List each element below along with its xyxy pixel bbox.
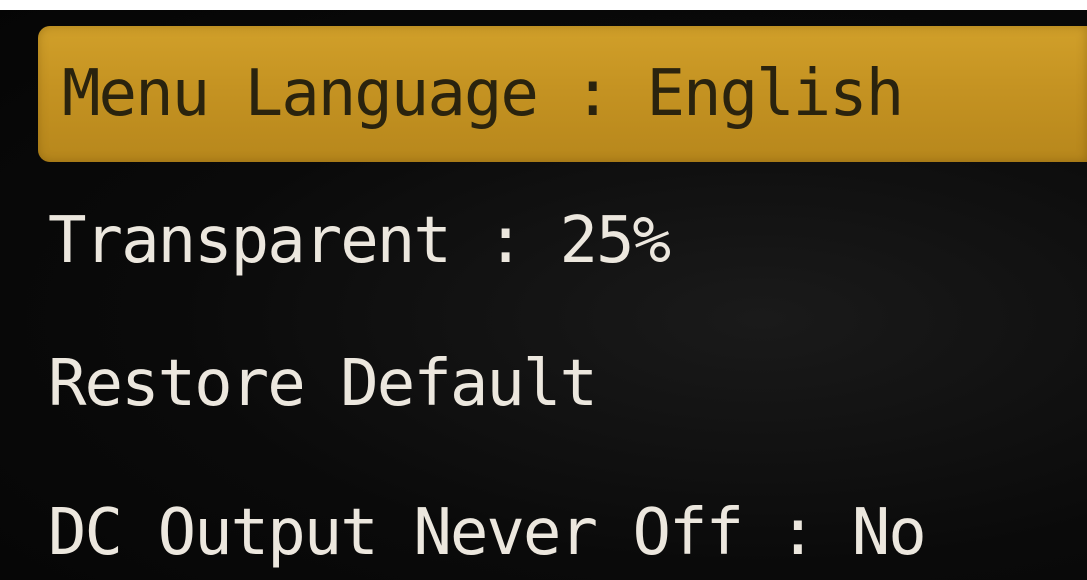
- menu-item-transparent[interactable]: Transparent : 25%: [38, 196, 1087, 286]
- osd-menu-screen: Menu Language : English Transparent : 25…: [0, 0, 1087, 580]
- menu-item-menu-language[interactable]: Menu Language : English: [38, 26, 1087, 162]
- menu-item-label: Transparent : 25%: [48, 204, 671, 278]
- menu-item-label: Menu Language : English: [62, 57, 904, 131]
- screen-top-bezel: [0, 0, 1087, 10]
- menu-item-dc-output-never-off[interactable]: DC Output Never Off : No: [38, 486, 1087, 580]
- menu-item-restore-default[interactable]: Restore Default: [38, 338, 1087, 430]
- menu-item-label: Restore Default: [48, 347, 598, 421]
- menu-item-label: DC Output Never Off : No: [48, 496, 927, 570]
